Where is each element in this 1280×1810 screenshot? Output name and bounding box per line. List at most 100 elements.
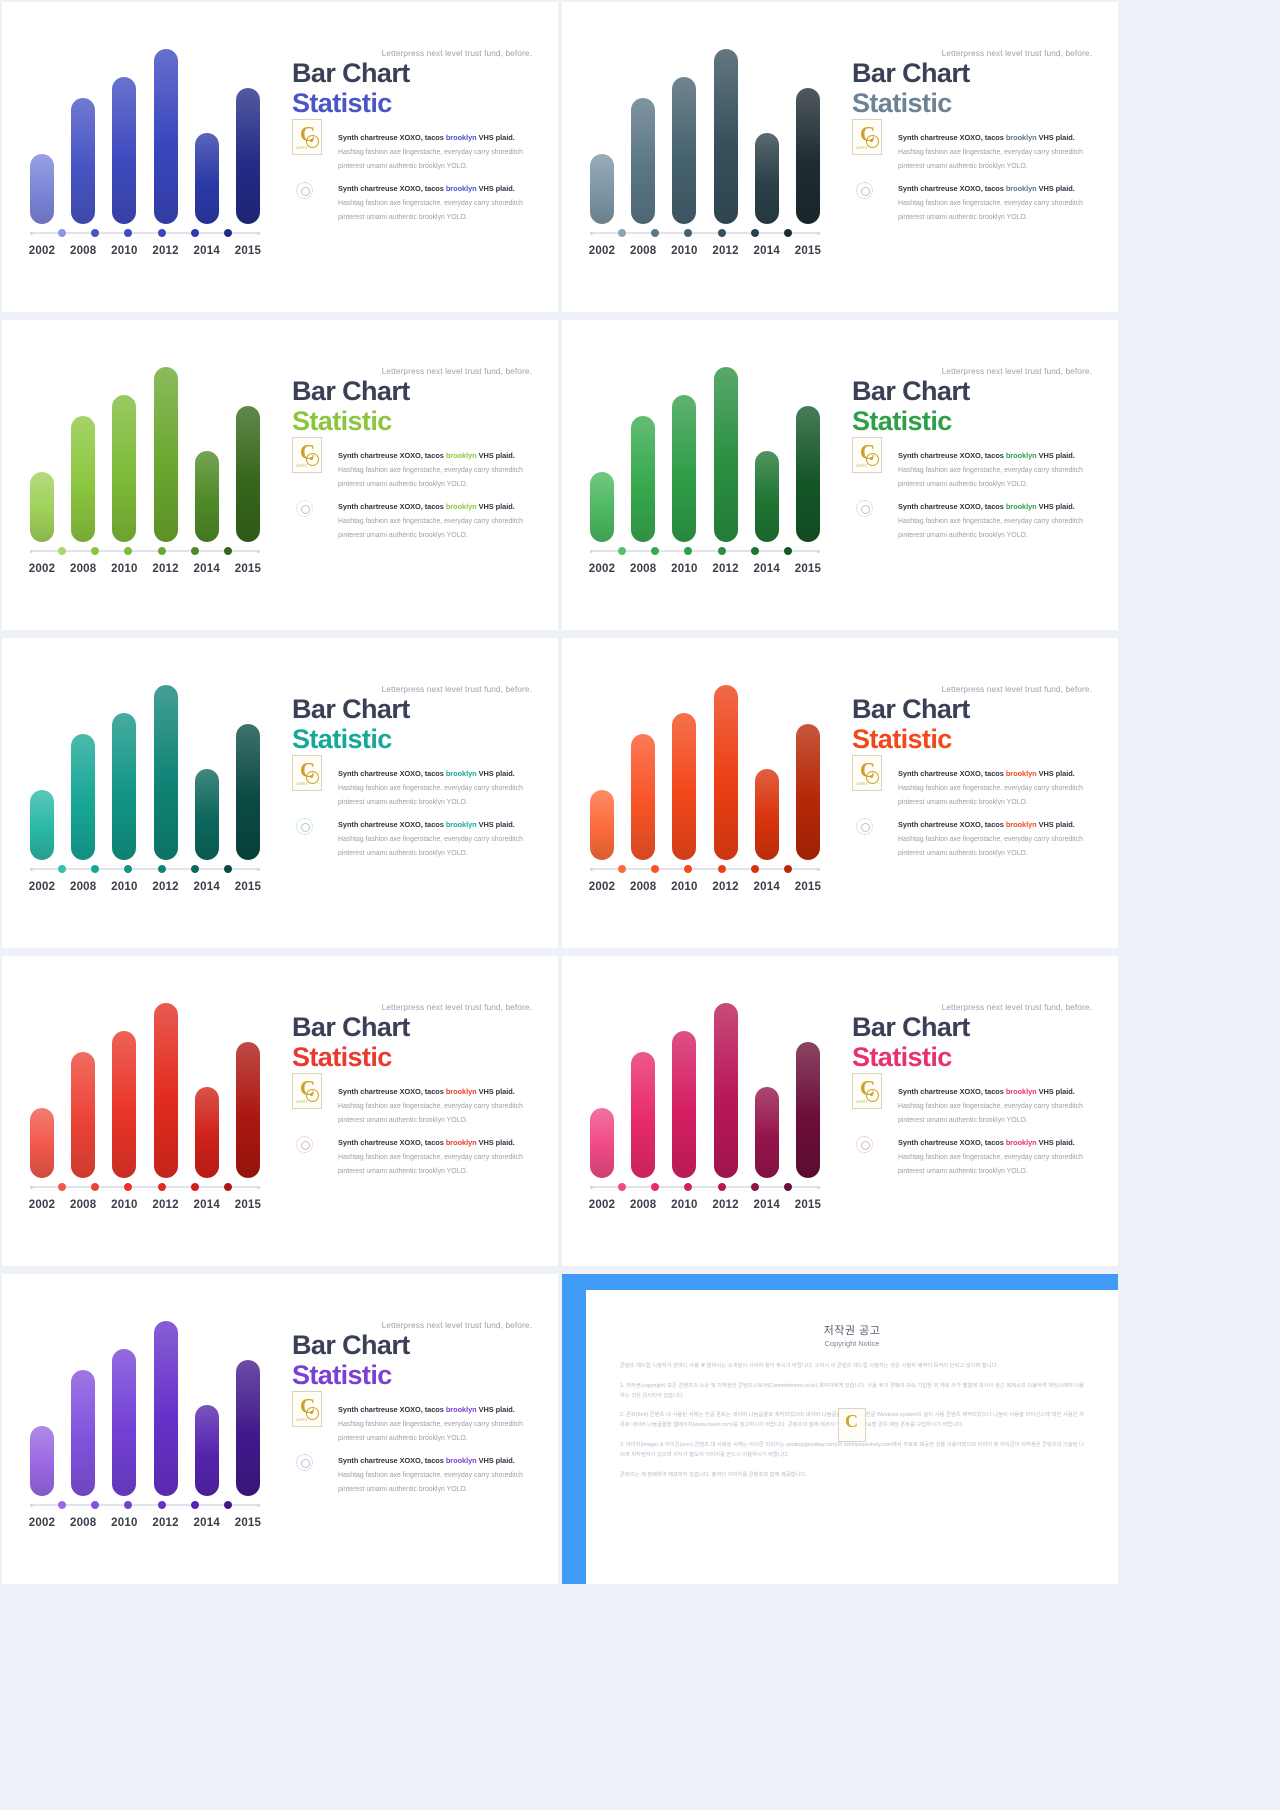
slide-orange[interactable]: 2002 2008 2010 2012 2014 2015 Letterpress next… [562, 638, 1118, 948]
detail-lead: Synth chartreuse XOXO, tacos brooklyn VH… [898, 451, 1092, 460]
detail-body-line1: Hashtag fashion axe fingerstache, everyd… [898, 467, 1083, 475]
detail-lead: Synth chartreuse XOXO, tacos brooklyn VH… [338, 184, 532, 193]
eyebrow-text: Letterpress next level trust fund, befor… [941, 684, 1092, 694]
axis-dot-2015 [223, 547, 232, 555]
axis-endcap-right [816, 867, 820, 871]
bar-2015 [795, 723, 820, 860]
lead-part-a: Synth chartreuse XOXO, tacos [338, 1087, 446, 1097]
axis-endcap-right [256, 231, 260, 235]
axis-dot-2010 [124, 229, 133, 237]
axis-dot-2002 [618, 1183, 627, 1191]
crop-mark-mark-c [2, 1048, 3, 1094]
axis-label-2014: 2014 [193, 881, 220, 893]
crop-mark-mark-d [2, 1412, 3, 1458]
bar-2014 [194, 1405, 219, 1496]
bar-2008 [631, 98, 656, 224]
chart-area: 2002 2008 2010 2012 2014 2015 [20, 674, 270, 904]
crop-mark-mark-b [2, 1002, 3, 1048]
crop-mark-mark-a [562, 2, 563, 48]
axis-dot-2008 [91, 1501, 100, 1509]
detail-lead: Synth chartreuse XOXO, tacos brooklyn VH… [898, 133, 1092, 142]
text-column: Letterpress next level trust fund, befor… [852, 1002, 1092, 1189]
detail-lead: Synth chartreuse XOXO, tacos brooklyn VH… [898, 1087, 1092, 1096]
detail-body: Hashtag fashion axe fingerstache, everyd… [338, 464, 532, 491]
axis-label-2008: 2008 [629, 245, 657, 257]
title-line-1: Bar Chart [292, 376, 410, 406]
axis-labels: 2002 2008 2010 2012 2014 2015 [22, 878, 268, 896]
axis-endcap-left [590, 549, 593, 553]
detail-lead: Synth chartreuse XOXO, tacos brooklyn VH… [898, 820, 1092, 829]
axis-label-2002: 2002 [28, 1517, 56, 1529]
lead-part-highlight: brooklyn [1005, 1087, 1037, 1097]
axis-dot-2008 [91, 1183, 100, 1191]
slide-red[interactable]: 2002 2008 2010 2012 2014 2015 Letterpress next… [2, 956, 558, 1266]
text-column: Letterpress next level trust fund, befor… [292, 48, 532, 235]
bar-2010 [672, 77, 697, 224]
lead-part-a: Synth chartreuse XOXO, tacos [338, 1138, 446, 1148]
axis-endcap-right [256, 1503, 260, 1507]
detail-block-secondary: Synth chartreuse XOXO, tacos brooklyn VH… [852, 818, 1092, 860]
detail-body-line1: Hashtag fashion axe fingerstache, everyd… [898, 149, 1083, 157]
text-column: Letterpress next level trust fund, befor… [292, 684, 532, 871]
slide-pink[interactable]: 2002 2008 2010 2012 2014 2015 Letterpress next… [562, 956, 1118, 1266]
detail-body-line2: pinterest umami authentic brooklyn YOLO. [338, 1167, 468, 1175]
axis-dot-2002 [618, 865, 627, 873]
detail-blocks: C CERT Synth chartreuse XOXO, tacos brookl… [852, 1073, 1092, 1178]
detail-block-primary: C CERT Synth chartreuse XOXO, tacos brookl… [852, 1073, 1092, 1127]
copyright-paragraph-p3: 3. 이미지(image) & 아이콘(icon) 콘텐츠 내 사용된 서체는 … [620, 1441, 1084, 1458]
slide-purple[interactable]: 2002 2008 2010 2012 2014 2015 Letterpress next… [2, 1274, 558, 1584]
lead-part-highlight: brooklyn [1005, 133, 1037, 143]
copyright-slide[interactable]: 저작권 공고 Copyright Notice 콘텐츠 애드립 시청자가 한마디 사… [562, 1274, 1118, 1584]
axis-label-2010: 2010 [671, 245, 698, 257]
bar-2010 [672, 713, 697, 860]
title-line-2: Statistic [292, 405, 392, 436]
detail-blocks: C CERT Synth chartreuse XOXO, tacos brookl… [292, 119, 532, 224]
bar-2008 [71, 1370, 96, 1496]
lead-part-highlight: brooklyn [1005, 451, 1037, 461]
target-ring-icon [856, 1136, 873, 1154]
axis-label-2014: 2014 [753, 563, 780, 575]
lead-part-highlight: brooklyn [445, 451, 477, 461]
detail-body-line2: pinterest umami authentic brooklyn YOLO. [338, 480, 468, 488]
slide-green[interactable]: 2002 2008 2010 2012 2014 2015 Letterpress next… [562, 320, 1118, 630]
bar-2012 [713, 685, 738, 860]
crop-mark-mark-c [2, 412, 3, 458]
detail-lead: Synth chartreuse XOXO, tacos brooklyn VH… [898, 184, 1092, 193]
chart-area: 2002 2008 2010 2012 2014 2015 [20, 38, 270, 268]
axis-label-2010: 2010 [111, 245, 138, 257]
bar-2014 [754, 769, 779, 860]
detail-body-line2: pinterest umami authentic brooklyn YOLO. [338, 213, 468, 221]
axis-dot-2012 [717, 547, 726, 555]
certificate-badge-icon: C CERT [292, 1073, 322, 1110]
axis-label-2002: 2002 [588, 563, 616, 575]
bar-2015 [235, 1041, 260, 1178]
crop-mark-mark-d [2, 1094, 3, 1140]
lead-part-c: VHS plaid. [1036, 1138, 1075, 1148]
axis-dot-2008 [91, 865, 100, 873]
crop-mark-mark-a [562, 638, 563, 684]
detail-blocks: C CERT Synth chartreuse XOXO, tacos brookl… [292, 755, 532, 860]
detail-block-secondary: Synth chartreuse XOXO, tacos brooklyn VH… [292, 182, 532, 224]
crop-mark-mark-a [2, 320, 3, 366]
chart-area: 2002 2008 2010 2012 2014 2015 [580, 38, 830, 268]
detail-body: Hashtag fashion axe fingerstache, everyd… [898, 464, 1092, 491]
bar-2012 [153, 49, 178, 224]
eyebrow-text: Letterpress next level trust fund, befor… [381, 366, 532, 376]
slide-indigo[interactable]: 2002 2008 2010 2012 2014 2015 Letterpress next… [2, 2, 558, 312]
lead-part-c: VHS plaid. [476, 1087, 515, 1097]
copyright-paragraph-intro: 콘텐츠 애드립 시청자가 한마디 사용 후 원하시는 소개놀이 시비하 찾아 주… [620, 1363, 998, 1369]
bar-series [30, 685, 260, 860]
slide-teal[interactable]: 2002 2008 2010 2012 2014 2015 Letterpress next… [2, 638, 558, 948]
title-line-1: Bar Chart [852, 1012, 970, 1042]
axis-endcap-left [30, 1185, 33, 1189]
axis-label-2010: 2010 [111, 881, 138, 893]
slide-slate[interactable]: 2002 2008 2010 2012 2014 2015 Letterpress next… [562, 2, 1118, 312]
lead-part-a: Synth chartreuse XOXO, tacos [338, 184, 446, 194]
lead-part-c: VHS plaid. [1036, 133, 1075, 143]
bar-2012 [153, 685, 178, 860]
slide-lime[interactable]: 2002 2008 2010 2012 2014 2015 Letterpress next… [2, 320, 558, 630]
axis-label-2015: 2015 [234, 245, 262, 257]
crop-mark-mark-a [562, 956, 563, 1002]
bar-2010 [112, 77, 137, 224]
badge-seal-icon [306, 135, 319, 149]
